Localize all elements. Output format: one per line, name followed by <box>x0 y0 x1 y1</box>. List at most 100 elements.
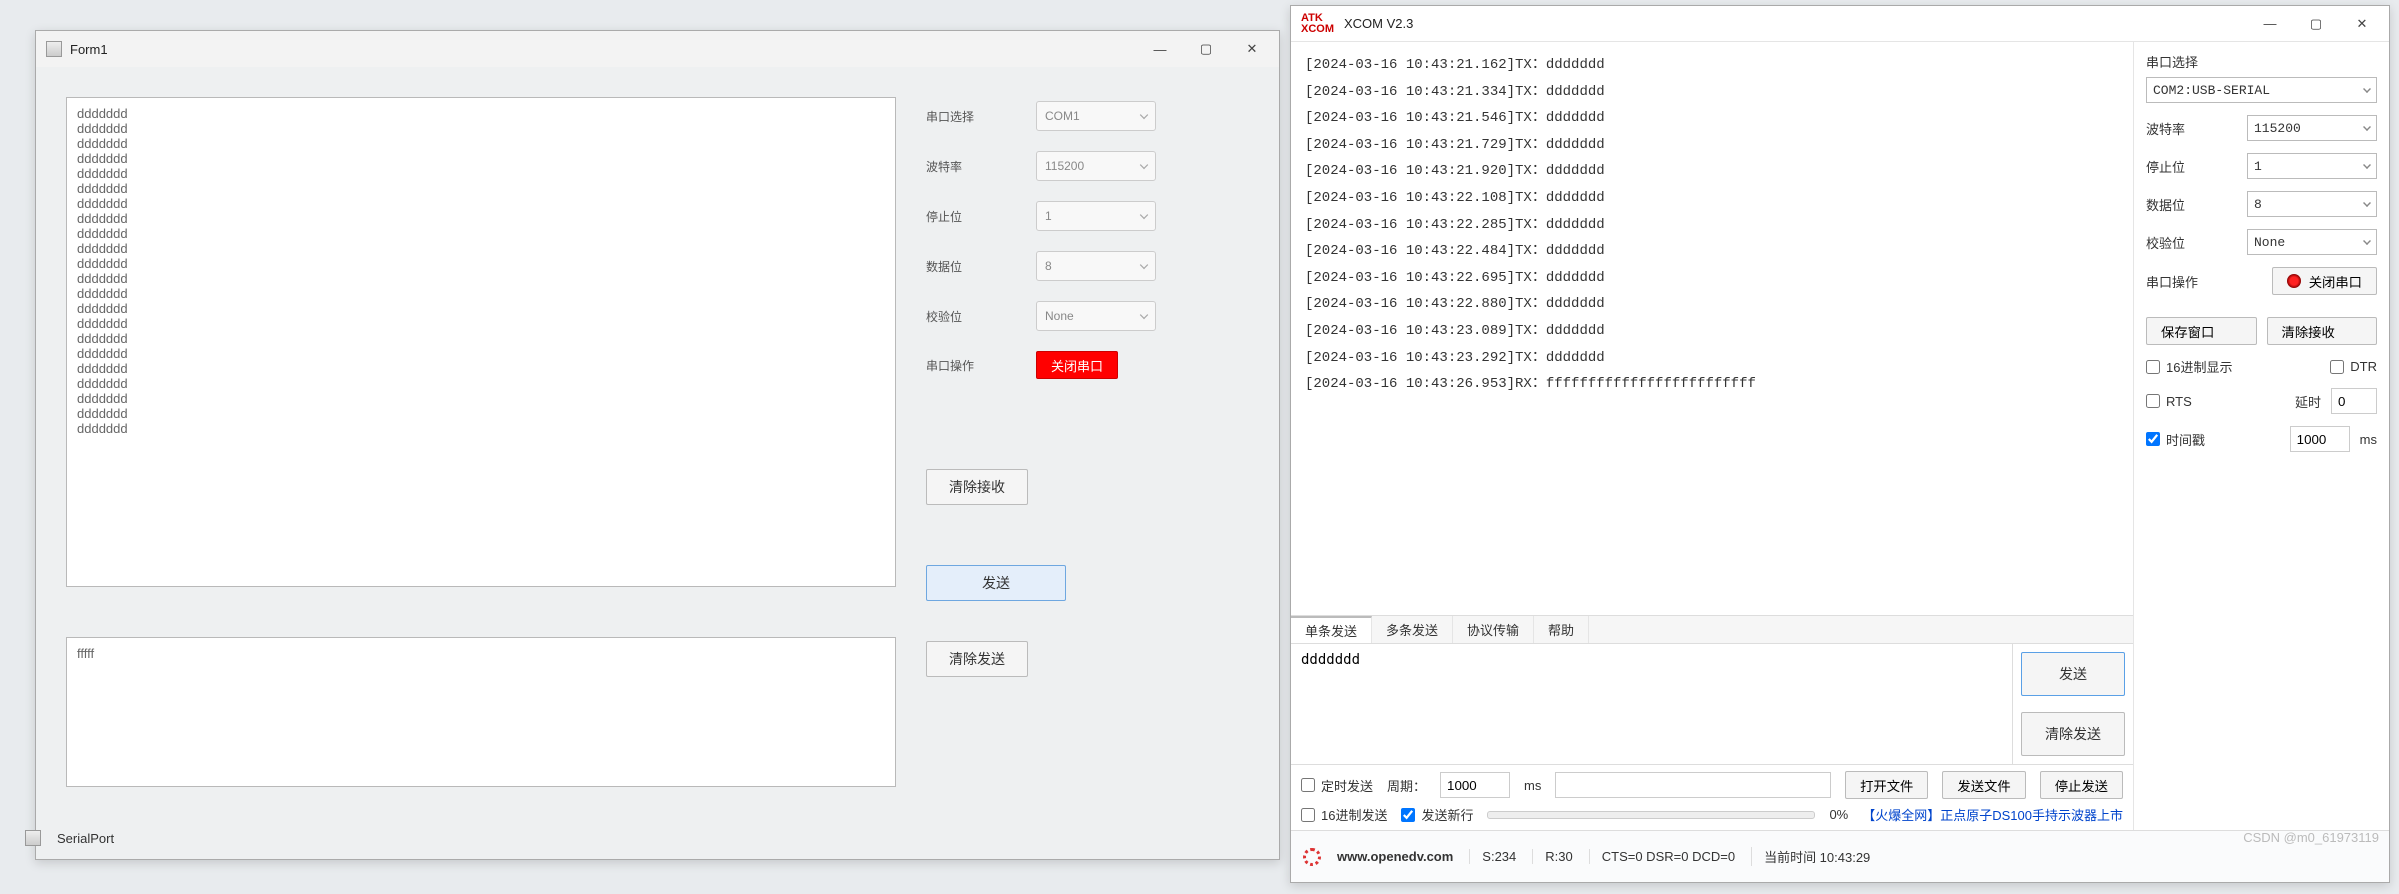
timed-send-checkbox[interactable]: 定时发送 <box>1301 776 1373 795</box>
send-input[interactable] <box>1291 644 2013 764</box>
side-port-label: 串口选择 <box>2146 52 2377 71</box>
minimize-button[interactable]: — <box>2247 6 2293 41</box>
timestamp-checkbox[interactable]: 时间戳 <box>2146 430 2280 449</box>
log-line: [2024-03-16 10:43:22.484]TX：ddddddd <box>1305 238 2119 265</box>
minimize-button[interactable]: — <box>1137 31 1183 67</box>
side-data-label: 数据位 <box>2146 195 2247 214</box>
close-button[interactable]: ✕ <box>1229 31 1275 67</box>
timestamp-input[interactable] <box>2290 426 2350 452</box>
xcom-side-panel: 串口选择 COM2:USB-SERIAL 波特率115200 停止位1 数据位8… <box>2134 42 2389 830</box>
log-line: [2024-03-16 10:43:21.546]TX：ddddddd <box>1305 105 2119 132</box>
log-line: [2024-03-16 10:43:23.292]TX：ddddddd <box>1305 345 2119 372</box>
open-file-button[interactable]: 打开文件 <box>1845 771 1928 799</box>
watermark: CSDN @m0_61973119 <box>2243 830 2379 845</box>
delay-input[interactable] <box>2331 388 2377 414</box>
clear-rx-button[interactable]: 清除接收 <box>926 469 1028 505</box>
atk-logo-icon: ATKXCOM <box>1301 13 1334 35</box>
side-parity-combo[interactable]: None <box>2247 229 2377 255</box>
stop-send-button[interactable]: 停止发送 <box>2040 771 2123 799</box>
send-toolbar: 定时发送 周期： ms 打开文件 发送文件 停止发送 16进制发送 发送新行 0… <box>1291 764 2133 830</box>
side-baud-label: 波特率 <box>2146 119 2247 138</box>
log-line: [2024-03-16 10:43:23.089]TX：ddddddd <box>1305 318 2119 345</box>
maximize-button[interactable]: ▢ <box>2293 6 2339 41</box>
form1-title: Form1 <box>70 42 1137 57</box>
log-line: [2024-03-16 10:43:21.729]TX：ddddddd <box>1305 132 2119 159</box>
app-icon <box>46 41 62 57</box>
send-file-button[interactable]: 发送文件 <box>1942 771 2025 799</box>
ad-link[interactable]: 【火爆全网】正点原子DS100手持示波器上市 <box>1862 805 2123 824</box>
log-line: [2024-03-16 10:43:21.162]TX：ddddddd <box>1305 52 2119 79</box>
status-bar: www.openedv.com S:234 R:30 CTS=0 DSR=0 D… <box>1291 830 2389 882</box>
progress-percent: 0% <box>1829 807 1848 822</box>
stopbits-combo[interactable]: 1 <box>1036 201 1156 231</box>
delay-label: 延时 <box>2295 392 2321 411</box>
tab-0[interactable]: 单条发送 <box>1291 616 1372 643</box>
chevron-down-icon <box>2363 161 2371 169</box>
portop-label: 串口操作 <box>926 357 1036 374</box>
hex-show-checkbox[interactable]: 16进制显示 <box>2146 357 2320 376</box>
close-port-button[interactable]: 关闭串口 <box>1036 351 1118 379</box>
app-icon <box>25 830 41 846</box>
side-data-combo[interactable]: 8 <box>2247 191 2377 217</box>
chevron-down-icon <box>1140 111 1148 119</box>
log-line: [2024-03-16 10:43:22.695]TX：ddddddd <box>1305 265 2119 292</box>
clear-rx-button-side[interactable]: 清除接收 <box>2267 317 2378 345</box>
progress-bar <box>1487 811 1815 819</box>
gear-icon[interactable] <box>1303 848 1321 866</box>
recv-count: R:30 <box>1532 849 1572 864</box>
maximize-button[interactable]: ▢ <box>1183 31 1229 67</box>
stopbits-label: 停止位 <box>926 208 1036 225</box>
chevron-down-icon <box>2363 199 2371 207</box>
databits-label: 数据位 <box>926 258 1036 275</box>
period-unit: ms <box>1524 778 1541 793</box>
xcom-send-button[interactable]: 发送 <box>2021 652 2125 696</box>
period-label: 周期： <box>1387 776 1426 795</box>
rts-checkbox[interactable]: RTS <box>2146 394 2285 409</box>
close-button[interactable]: ✕ <box>2339 6 2385 41</box>
side-stop-label: 停止位 <box>2146 157 2247 176</box>
dtr-checkbox[interactable]: DTR <box>2330 359 2377 374</box>
clear-tx-button[interactable]: 清除发送 <box>926 641 1028 677</box>
port-combo[interactable]: COM1 <box>1036 101 1156 131</box>
save-window-button[interactable]: 保存窗口 <box>2146 317 2257 345</box>
chevron-down-icon <box>2363 237 2371 245</box>
side-close-port-button[interactable]: 关闭串口 <box>2272 267 2377 295</box>
vendor-link[interactable]: www.openedv.com <box>1337 849 1453 864</box>
send-tabs: 单条发送多条发送协议传输帮助 <box>1291 616 2133 644</box>
hex-send-checkbox[interactable]: 16进制发送 <box>1301 805 1387 824</box>
log-line: [2024-03-16 10:43:21.334]TX：ddddddd <box>1305 79 2119 106</box>
tab-2[interactable]: 协议传输 <box>1453 616 1534 643</box>
log-line: [2024-03-16 10:43:21.920]TX：ddddddd <box>1305 158 2119 185</box>
log-line: [2024-03-16 10:43:22.880]TX：ddddddd <box>1305 291 2119 318</box>
file-path-input[interactable] <box>1555 772 1831 798</box>
form1-titlebar[interactable]: Form1 — ▢ ✕ <box>36 31 1279 67</box>
xcom-titlebar[interactable]: ATKXCOM XCOM V2.3 — ▢ ✕ <box>1291 6 2389 42</box>
baud-combo[interactable]: 115200 <box>1036 151 1156 181</box>
chevron-down-icon <box>1140 161 1148 169</box>
taskbar-item-serialport[interactable]: SerialPort <box>25 830 114 846</box>
log-textarea[interactable]: [2024-03-16 10:43:21.162]TX：ddddddd[2024… <box>1291 42 2133 616</box>
tab-1[interactable]: 多条发送 <box>1372 616 1453 643</box>
send-button[interactable]: 发送 <box>926 565 1066 601</box>
chevron-down-icon <box>2363 85 2371 93</box>
side-baud-combo[interactable]: 115200 <box>2247 115 2377 141</box>
receive-textarea[interactable] <box>66 97 896 587</box>
chevron-down-icon <box>1140 211 1148 219</box>
xcom-title: XCOM V2.3 <box>1344 16 2247 31</box>
period-input[interactable] <box>1440 772 1510 798</box>
log-line: [2024-03-16 10:43:26.953]RX：ffffffffffff… <box>1305 371 2119 398</box>
send-textarea[interactable] <box>66 637 896 787</box>
databits-combo[interactable]: 8 <box>1036 251 1156 281</box>
side-stop-combo[interactable]: 1 <box>2247 153 2377 179</box>
side-port-combo[interactable]: COM2:USB-SERIAL <box>2146 77 2377 103</box>
xcom-window: ATKXCOM XCOM V2.3 — ▢ ✕ [2024-03-16 10:4… <box>1290 5 2390 883</box>
log-line: [2024-03-16 10:43:22.285]TX：ddddddd <box>1305 212 2119 239</box>
chevron-down-icon <box>2363 123 2371 131</box>
parity-combo[interactable]: None <box>1036 301 1156 331</box>
baud-label: 波特率 <box>926 158 1036 175</box>
log-line: [2024-03-16 10:43:22.108]TX：ddddddd <box>1305 185 2119 212</box>
tab-3[interactable]: 帮助 <box>1534 616 1589 643</box>
xcom-clear-send-button[interactable]: 清除发送 <box>2021 712 2125 756</box>
newline-checkbox[interactable]: 发送新行 <box>1401 805 1473 824</box>
chevron-down-icon <box>1140 261 1148 269</box>
